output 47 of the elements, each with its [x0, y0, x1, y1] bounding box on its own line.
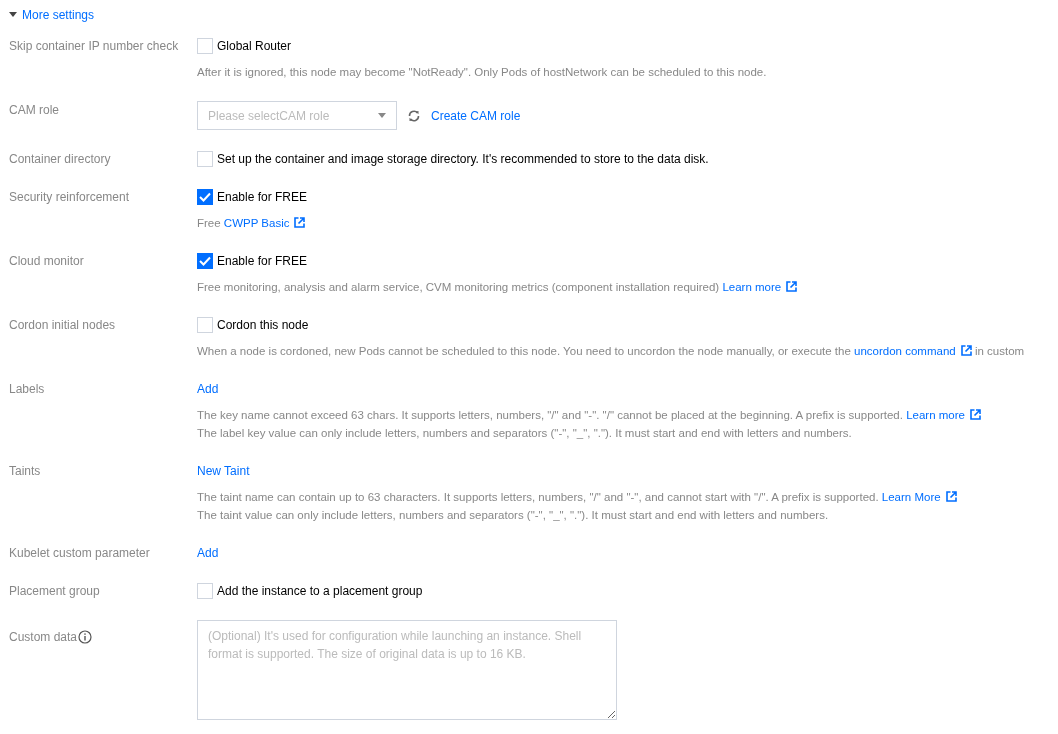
field-label: Container directory — [9, 151, 111, 168]
field-label: Skip container IP number check — [9, 38, 179, 55]
checkbox-label: Enable for FREE — [217, 189, 308, 206]
help-link[interactable]: Learn More — [881, 491, 957, 503]
custom-data-field[interactable]: (Optional) It's used for configuration while launching an instance. Shell format is supported. The size of original data is up to 16 KB. — [197, 620, 617, 720]
help-link[interactable]: CWPP Basic — [223, 217, 306, 229]
field-label: Security reinforcement — [9, 189, 130, 206]
field-label: CAM role — [9, 102, 59, 119]
help-link[interactable]: Learn more — [906, 409, 981, 421]
checkbox-label: Add the instance to a placement group — [217, 583, 423, 600]
help-text: Free CWPP Basic — [197, 214, 1049, 232]
external-link-icon — [969, 409, 981, 420]
checkbox-label: Set up the container and image storage directory. It's recommended to store to the data disk. — [217, 151, 709, 168]
field-label: Taints — [9, 463, 41, 480]
external-link-icon — [786, 281, 798, 292]
field-label: Cordon initial nodes — [9, 317, 116, 334]
external-link-icon — [294, 217, 306, 228]
checkbox-label: Global Router — [217, 38, 292, 55]
help-text: When a node is cordoned, new Pods cannot be scheduled to this node. You need to uncordon the node manually, or execute the uncordon command in custom — [197, 344, 1026, 359]
help-text: The label key value can only include letters, numbers and separators ("-", "_", "."). It must start and end with letters and numbers. — [197, 426, 853, 441]
help-text: The taint name can contain up to 63 characters. It supports letters, numbers, "/" and "-", and cannot start with "/". A prefix is supported. Learn More — [197, 488, 1049, 506]
help-text: The taint value can only include letters, numbers and separators ("-", "_", "."). It must start and end with letters and numbers. — [197, 508, 830, 523]
add-link[interactable]: New Taint — [197, 462, 250, 480]
help-link[interactable]: Learn more — [722, 281, 798, 293]
checkbox-label: Cordon this node — [217, 317, 309, 334]
info-icon[interactable] — [78, 630, 93, 644]
help-link[interactable]: uncordon command — [854, 345, 972, 357]
field-label: Labels — [9, 381, 45, 398]
more-settings-toggle[interactable]: More settings — [9, 6, 95, 24]
add-link[interactable]: Add — [197, 544, 219, 562]
help-text: The key name cannot exceed 63 chars. It supports letters, numbers, "/" and "-". "/" cannot be placed at the beginning. A prefix is supported. Learn more — [197, 406, 1049, 424]
create-cam-role-link[interactable]: Create CAM role — [431, 108, 521, 123]
field-label: Placement group — [9, 583, 100, 600]
help-text: Free monitoring, analysis and alarm service, CVM monitoring metrics (component installation required) Learn more — [197, 278, 1049, 296]
checkbox[interactable] — [197, 189, 213, 205]
external-link-icon — [960, 345, 972, 356]
field-label: Custom data — [9, 629, 78, 646]
checkbox-label: Enable for FREE — [217, 253, 308, 270]
caret-icon — [378, 113, 386, 118]
checkbox[interactable] — [197, 253, 213, 269]
field-label: Kubelet custom parameter — [9, 545, 150, 562]
help-text: After it is ignored, this node may become "NotReady". Only Pods of hostNetwork can be scheduled to this node. — [197, 65, 768, 80]
caret-icon — [9, 12, 17, 18]
external-link-icon — [945, 491, 957, 502]
field-label: Cloud monitor — [9, 253, 84, 270]
add-link[interactable]: Add — [197, 380, 219, 398]
refresh-icon[interactable] — [407, 108, 421, 123]
